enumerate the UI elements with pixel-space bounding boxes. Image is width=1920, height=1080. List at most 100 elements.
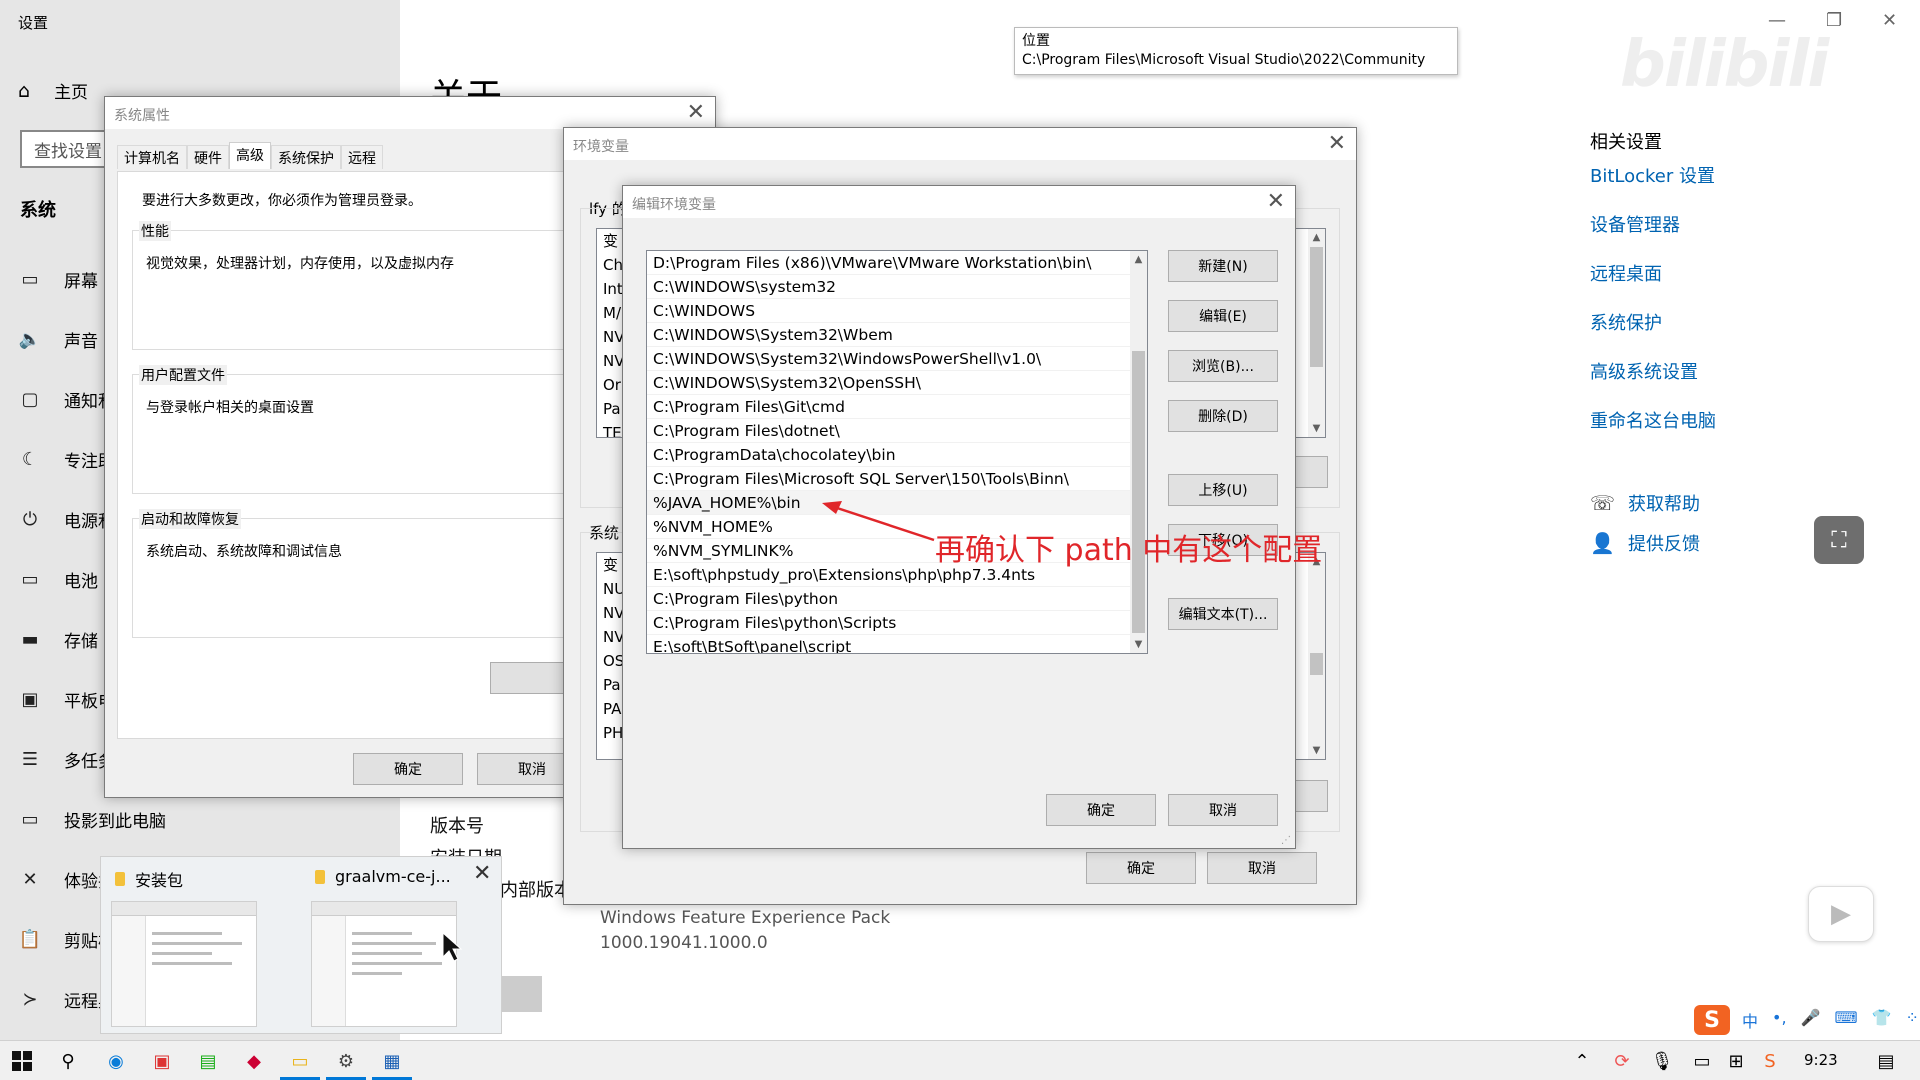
fullscreen-float-button[interactable]: ⛶ — [1814, 516, 1864, 564]
scroll-up-icon[interactable]: ▲ — [1130, 251, 1147, 268]
annotation-text: 再确认下 path 中有这个配置 — [935, 533, 1323, 568]
scroll-down-icon[interactable]: ▼ — [1308, 420, 1325, 437]
related-link[interactable]: BitLocker 设置 — [1590, 162, 1715, 188]
sidebar-item-tablet[interactable]: ▣ 平板电 — [18, 684, 115, 714]
scroll-thumb[interactable] — [1310, 653, 1323, 675]
path-entry[interactable]: C:\WINDOWS\System32\WindowsPowerShell\v1… — [647, 347, 1147, 371]
related-link[interactable]: 高级系统设置 — [1590, 358, 1698, 384]
sidebar-item-sound[interactable]: 🔈 声音 — [18, 324, 98, 354]
file-explorer-icon[interactable]: ▭ — [286, 1047, 314, 1075]
help-link-feedback[interactable]: 👤 提供反馈 — [1590, 530, 1700, 556]
path-entry[interactable]: C:\Program Files\python — [647, 587, 1147, 611]
scroll-down-icon[interactable]: ▼ — [1308, 742, 1325, 759]
related-link[interactable]: 远程桌面 — [1590, 260, 1662, 286]
tray-app-icon[interactable]: ⟳ — [1608, 1047, 1636, 1075]
sidebar-home[interactable]: ⌂ 主页 — [18, 78, 88, 104]
system-properties-icon[interactable]: ▦ — [378, 1047, 406, 1075]
path-entry[interactable]: C:\WINDOWS — [647, 299, 1147, 323]
search-icon[interactable]: ⚲ — [54, 1047, 82, 1075]
tab-4[interactable]: 远程 — [341, 145, 383, 169]
wps-icon[interactable]: ▣ — [148, 1047, 176, 1075]
new-button[interactable]: 新建(N) — [1168, 250, 1278, 282]
cancel-button[interactable]: 取消 — [1207, 852, 1317, 884]
microphone-icon[interactable]: 🎙 — [1648, 1047, 1676, 1075]
restore-button[interactable]: ❐ — [1826, 10, 1842, 31]
sidebar-item-display[interactable]: ▭ 屏幕 — [18, 264, 98, 294]
sidebar-item-multitasking[interactable]: ☰ 多任务 — [18, 744, 115, 774]
feature-pack-name: Windows Feature Experience Pack — [600, 908, 891, 928]
path-entry[interactable]: C:\Program Files\python\Scripts — [647, 611, 1147, 635]
edge-icon[interactable]: ◉ — [102, 1047, 130, 1075]
thumbnail-window-2[interactable] — [311, 901, 457, 1027]
close-icon[interactable]: ✕ — [1328, 131, 1346, 156]
edit-button[interactable]: 编辑(E) — [1168, 300, 1278, 332]
pycharm-icon[interactable]: ▤ — [194, 1047, 222, 1075]
ime-tool-icon[interactable]: ⁘ — [1905, 1008, 1918, 1032]
delete-button[interactable]: 删除(D) — [1168, 400, 1278, 432]
ok-button[interactable]: 确定 — [1086, 852, 1196, 884]
sidebar-item-power[interactable]: ⏻ 电源和 — [18, 504, 115, 534]
path-entry[interactable]: C:\Program Files\Microsoft SQL Server\15… — [647, 467, 1147, 491]
tray-chevron-icon[interactable]: ⌃ — [1568, 1047, 1596, 1075]
path-entry[interactable]: C:\Program Files\dotnet\ — [647, 419, 1147, 443]
action-center-icon[interactable]: ▤ — [1872, 1047, 1900, 1075]
edit-text-button[interactable]: 编辑文本(T)... — [1168, 598, 1278, 630]
scroll-thumb[interactable] — [1310, 247, 1323, 367]
system-variables-scrollbar[interactable]: ▲ ▼ — [1308, 553, 1325, 759]
path-list-scrollbar[interactable]: ▲ ▼ — [1130, 251, 1147, 653]
sidebar-item-storage[interactable]: ▬ 存储 — [18, 624, 98, 654]
tab-0[interactable]: 计算机名 — [117, 145, 187, 169]
cancel-button[interactable]: 取消 — [1168, 794, 1278, 826]
user-variables-scrollbar[interactable]: ▲ ▼ — [1308, 229, 1325, 437]
sidebar-item-focus-assist[interactable]: ☾ 专注助 — [18, 444, 115, 474]
ime-tool-icon[interactable]: 🎤 — [1801, 1008, 1821, 1032]
path-entries-list[interactable]: D:\Program Files (x86)\VMware\VMware Wor… — [646, 250, 1148, 654]
path-entry[interactable]: C:\WINDOWS\system32 — [647, 275, 1147, 299]
ok-button[interactable]: 确定 — [353, 753, 463, 785]
tab-2[interactable]: 高级 — [229, 142, 271, 169]
resize-grip-icon[interactable]: ⋰ — [1281, 835, 1291, 846]
play-float-button[interactable]: ▶ — [1808, 886, 1874, 942]
tab-1[interactable]: 硬件 — [187, 145, 229, 169]
path-entry[interactable]: C:\Program Files\Git\cmd — [647, 395, 1147, 419]
idea-icon[interactable]: ◆ — [240, 1047, 268, 1075]
network-icon[interactable]: ⊞ — [1722, 1047, 1750, 1075]
related-link[interactable]: 设备管理器 — [1590, 211, 1680, 237]
scroll-thumb[interactable] — [1132, 351, 1145, 633]
related-link[interactable]: 重命名这台电脑 — [1590, 407, 1716, 433]
ime-tool-icon[interactable]: 中 — [1742, 1008, 1758, 1032]
path-entry[interactable]: C:\ProgramData\chocolatey\bin — [647, 443, 1147, 467]
related-link[interactable]: 系统保护 — [1590, 309, 1662, 335]
close-icon[interactable]: ✕ — [473, 861, 491, 886]
battery-icon[interactable]: ▭ — [1688, 1047, 1716, 1075]
scroll-down-icon[interactable]: ▼ — [1130, 636, 1147, 653]
path-entry[interactable]: C:\WINDOWS\System32\OpenSSH\ — [647, 371, 1147, 395]
scroll-up-icon[interactable]: ▲ — [1308, 229, 1325, 246]
sidebar-item-project[interactable]: ▭ 投影到此电脑 — [18, 804, 166, 834]
path-entry[interactable]: D:\Program Files (x86)\VMware\VMware Wor… — [647, 251, 1147, 275]
thumbnail-window-1[interactable] — [111, 901, 257, 1027]
edit-environment-variable-dialog: 编辑环境变量 ✕ D:\Program Files (x86)\VMware\V… — [622, 185, 1296, 849]
move-up-button[interactable]: 上移(U) — [1168, 474, 1278, 506]
sidebar-item-notification[interactable]: ▢ 通知和 — [18, 384, 115, 414]
sidebar-item-battery[interactable]: ▭ 电池 — [18, 564, 98, 594]
browse-button[interactable]: 浏览(B)... — [1168, 350, 1278, 382]
sidebar-item-label: 声音 — [64, 331, 98, 352]
ime-tool-icon[interactable]: ⌨ — [1834, 1008, 1857, 1032]
storage-icon: ▬ — [21, 628, 39, 650]
path-entry[interactable]: C:\WINDOWS\System32\Wbem — [647, 323, 1147, 347]
start-icon[interactable] — [8, 1047, 36, 1075]
path-entry[interactable]: E:\soft\BtSoft\panel\script — [647, 635, 1147, 653]
sogou-logo-icon[interactable]: S — [1694, 1005, 1730, 1035]
tray-clock[interactable]: 9:23 — [1804, 1051, 1838, 1069]
tab-3[interactable]: 系统保护 — [271, 145, 341, 169]
sogou-ime-icon[interactable]: S — [1756, 1047, 1784, 1075]
close-icon[interactable]: ✕ — [687, 100, 705, 125]
ime-tool-icon[interactable]: 👕 — [1872, 1008, 1892, 1032]
close-button[interactable]: ✕ — [1882, 10, 1897, 31]
help-link-help[interactable]: ☏ 获取帮助 — [1590, 490, 1700, 516]
settings-icon[interactable]: ⚙ — [332, 1047, 360, 1075]
ime-tool-icon[interactable]: •, — [1772, 1008, 1787, 1032]
close-icon[interactable]: ✕ — [1267, 189, 1285, 214]
ok-button[interactable]: 确定 — [1046, 794, 1156, 826]
